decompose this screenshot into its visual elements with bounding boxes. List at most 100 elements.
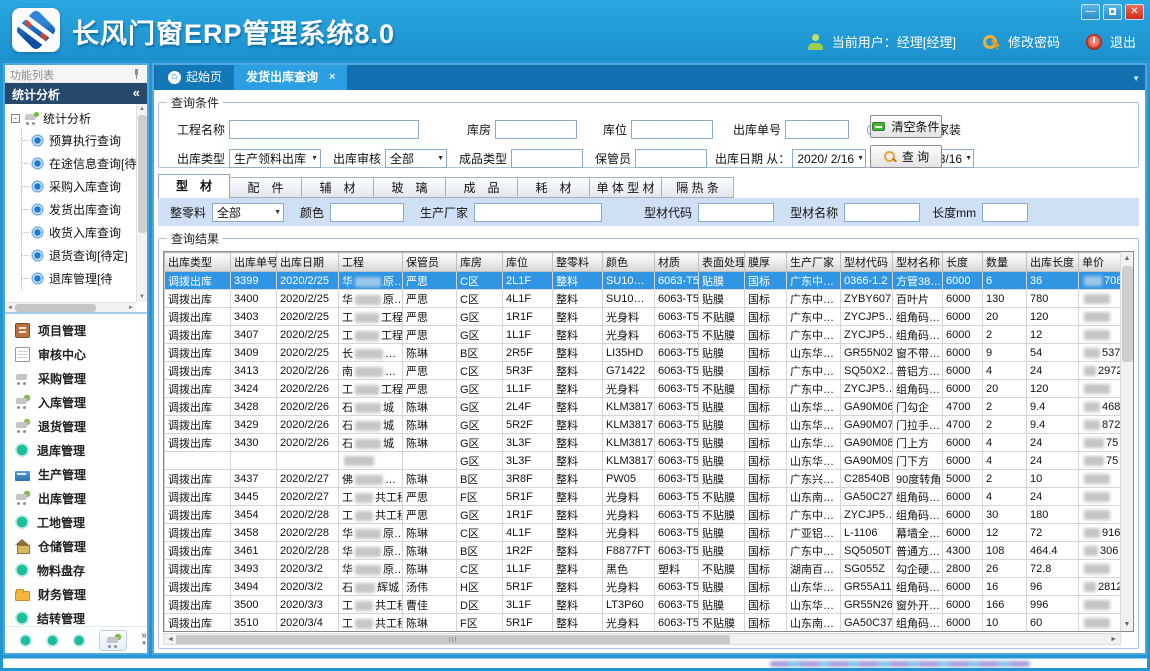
column-header[interactable]: 单价 — [1079, 253, 1121, 272]
column-header[interactable]: 长度 — [943, 253, 983, 272]
column-header[interactable]: 颜色 — [603, 253, 655, 272]
sidebar-item[interactable]: 出库管理 — [5, 486, 147, 510]
search-button[interactable]: 查 询 — [870, 145, 942, 168]
project-name-input[interactable] — [229, 120, 419, 139]
profile-name-input[interactable] — [844, 203, 920, 222]
column-header[interactable]: 数量 — [983, 253, 1027, 272]
scroll-thumb[interactable] — [138, 115, 147, 233]
material-tab[interactable]: 辅 材 — [302, 177, 374, 198]
tab-shipment-outbound-query[interactable]: 发货出库查询 — [234, 65, 347, 90]
table-row[interactable]: 调拨出库34292020/2/26石城陈琳G区5R2F整料KLM38176063… — [165, 416, 1135, 434]
tree-item[interactable]: 采购入库查询 — [22, 175, 147, 198]
close-tab-icon[interactable] — [329, 65, 335, 90]
date-from-select[interactable]: 2020/ 2/16 — [792, 149, 866, 168]
table-row[interactable]: G区3L3F整料KLM38176063-T5贴膜国标山东华…GA90M09.门下… — [165, 452, 1135, 470]
audit-select[interactable]: 全部 — [385, 149, 447, 168]
table-row[interactable]: 调拨出库34092020/2/25长…陈琳B区2R5F整料LI35HD6063-… — [165, 344, 1135, 362]
table-row[interactable]: 调拨出库34282020/2/26石城陈琳G区2L4F整料KLM38176063… — [165, 398, 1135, 416]
logout-link[interactable]: 退出 — [1110, 32, 1136, 51]
collapsed-cart-button[interactable] — [99, 630, 127, 651]
location-input[interactable] — [631, 120, 713, 139]
scroll-left-icon[interactable]: ◄ — [7, 303, 13, 313]
sidebar-item[interactable]: 财务管理 — [5, 582, 147, 606]
collapse-icon[interactable]: « — [133, 85, 140, 100]
tree-item[interactable]: 退货查询[待定] — [22, 244, 147, 267]
column-header[interactable]: 生产厂家 — [787, 253, 841, 272]
tree-item[interactable]: 退库管理[待 — [22, 267, 147, 290]
material-tab[interactable]: 配 件 — [230, 177, 302, 198]
column-header[interactable]: 整零料 — [553, 253, 603, 272]
table-row[interactable]: 调拨出库34372020/2/27佛…陈琳B区3R8F整料PW056063-T5… — [165, 470, 1135, 488]
sidebar-item[interactable]: 报废管理 — [5, 654, 147, 655]
table-row[interactable]: 调拨出库34932020/3/2华原…陈琳C区1L1F整料黑色塑料不贴膜国标湖南… — [165, 560, 1135, 578]
tree-vertical-scrollbar[interactable]: ▲ ▼ — [136, 104, 147, 302]
sidebar-item[interactable]: 项目管理 — [5, 318, 147, 342]
scroll-thumb[interactable] — [176, 635, 730, 644]
column-header[interactable]: 库位 — [503, 253, 553, 272]
column-header[interactable]: 表面处理 — [699, 253, 745, 272]
sidebar-item[interactable]: 物料盘存 — [5, 558, 147, 582]
material-tab[interactable]: 隔 热 条 — [662, 177, 734, 198]
table-row[interactable]: 调拨出库34582020/2/28华原…陈琳C区4L1F整料光身料6063-T5… — [165, 524, 1135, 542]
manufacturer-input[interactable] — [474, 203, 602, 222]
sidebar-item[interactable]: 工地管理 — [5, 510, 147, 534]
column-header[interactable]: 出库日期 — [277, 253, 339, 272]
scroll-thumb[interactable] — [15, 304, 96, 312]
more-modules-chevron[interactable]: »▼ — [141, 632, 147, 648]
collapsed-module-icon[interactable] — [19, 634, 32, 647]
material-tab[interactable]: 成 品 — [446, 177, 518, 198]
scroll-up-icon[interactable]: ▲ — [1121, 252, 1133, 265]
table-row[interactable]: 调拨出库34072020/2/25工工程严思G区1L1F整料光身料6063-T5… — [165, 326, 1135, 344]
table-row[interactable]: 调拨出库35122020/3/4工共工程陈琳F区1L2F整料光身料6063-T5… — [165, 632, 1135, 633]
keeper-input[interactable] — [635, 149, 707, 168]
table-row[interactable]: 调拨出库34242020/2/26工工程严思G区1L1F整料光身料6063-T5… — [165, 380, 1135, 398]
table-row[interactable]: 调拨出库34942020/3/2石辉城汤伟H区5R1F整料光身料6063-T5贴… — [165, 578, 1135, 596]
table-row[interactable]: 调拨出库34132020/2/26南…严思C区5R3F整料G714226063-… — [165, 362, 1135, 380]
order-no-input[interactable] — [785, 120, 849, 139]
tree-item[interactable]: 预算执行查询 — [22, 129, 147, 152]
length-input[interactable] — [982, 203, 1028, 222]
column-header[interactable]: 出库长度 — [1027, 253, 1079, 272]
tree-horizontal-scrollbar[interactable]: ◄ ► — [5, 302, 136, 312]
scroll-up-icon[interactable]: ▲ — [137, 104, 147, 114]
column-header[interactable]: 出库单号 — [231, 253, 277, 272]
profile-code-input[interactable] — [698, 203, 774, 222]
close-button[interactable]: ✕ — [1125, 4, 1144, 20]
maximize-button[interactable] — [1103, 4, 1122, 20]
collapsed-module-icon[interactable] — [73, 634, 86, 647]
whole-part-select[interactable]: 全部 — [212, 203, 284, 222]
change-password-link[interactable]: 修改密码 — [1008, 32, 1060, 51]
column-header[interactable]: 出库类型 — [165, 253, 231, 272]
tab-start-page[interactable]: 起始页 — [156, 65, 234, 90]
out-type-select[interactable]: 生产领料出库 — [229, 149, 321, 168]
scroll-right-icon[interactable]: ► — [128, 303, 134, 313]
scroll-down-icon[interactable]: ▼ — [1121, 618, 1133, 631]
sidebar-item[interactable]: 仓储管理 — [5, 534, 147, 558]
sidebar-item[interactable]: 生产管理 — [5, 462, 147, 486]
column-header[interactable]: 工程 — [339, 253, 403, 272]
table-row[interactable]: 调拨出库35002020/3/3工共工程曹佳D区3L1F整料LT3P606063… — [165, 596, 1135, 614]
color-input[interactable] — [330, 203, 404, 222]
column-header[interactable]: 膜厚 — [745, 253, 787, 272]
column-header[interactable]: 材质 — [655, 253, 699, 272]
column-header[interactable]: 型材代码 — [841, 253, 893, 272]
scroll-right-icon[interactable]: ► — [1110, 634, 1117, 645]
clear-conditions-button[interactable]: 清空条件 — [870, 115, 942, 138]
column-header[interactable]: 库房 — [457, 253, 503, 272]
material-tab[interactable]: 玻 璃 — [374, 177, 446, 198]
column-header[interactable]: 保管员 — [403, 253, 457, 272]
column-header[interactable]: 型材名称 — [893, 253, 943, 272]
tree-item[interactable]: 发货出库查询 — [22, 198, 147, 221]
table-row[interactable]: 调拨出库34542020/2/28工共工程严思G区1R1F整料光身料6063-T… — [165, 506, 1135, 524]
table-horizontal-scrollbar[interactable]: ◄ ► — [163, 633, 1121, 645]
scroll-left-icon[interactable]: ◄ — [167, 634, 174, 645]
table-row[interactable]: 调拨出库34002020/2/25华原…严思C区4L1F整料SU10…6063-… — [165, 290, 1135, 308]
tree-item[interactable]: 收货入库查询 — [22, 221, 147, 244]
table-row[interactable]: 调拨出库34032020/2/25工工程严思G区1R1F整料光身料6063-T5… — [165, 308, 1135, 326]
table-row[interactable]: 调拨出库33992020/2/25华原…严思C区2L1F整料SU10…6063-… — [165, 272, 1135, 290]
sidebar-item[interactable]: 退库管理 — [5, 438, 147, 462]
tree-item[interactable]: 在途信息查询[待 — [22, 152, 147, 175]
tree-expander-icon[interactable]: - — [11, 114, 20, 123]
collapsed-module-icon[interactable] — [46, 634, 59, 647]
warehouse-input[interactable] — [495, 120, 577, 139]
